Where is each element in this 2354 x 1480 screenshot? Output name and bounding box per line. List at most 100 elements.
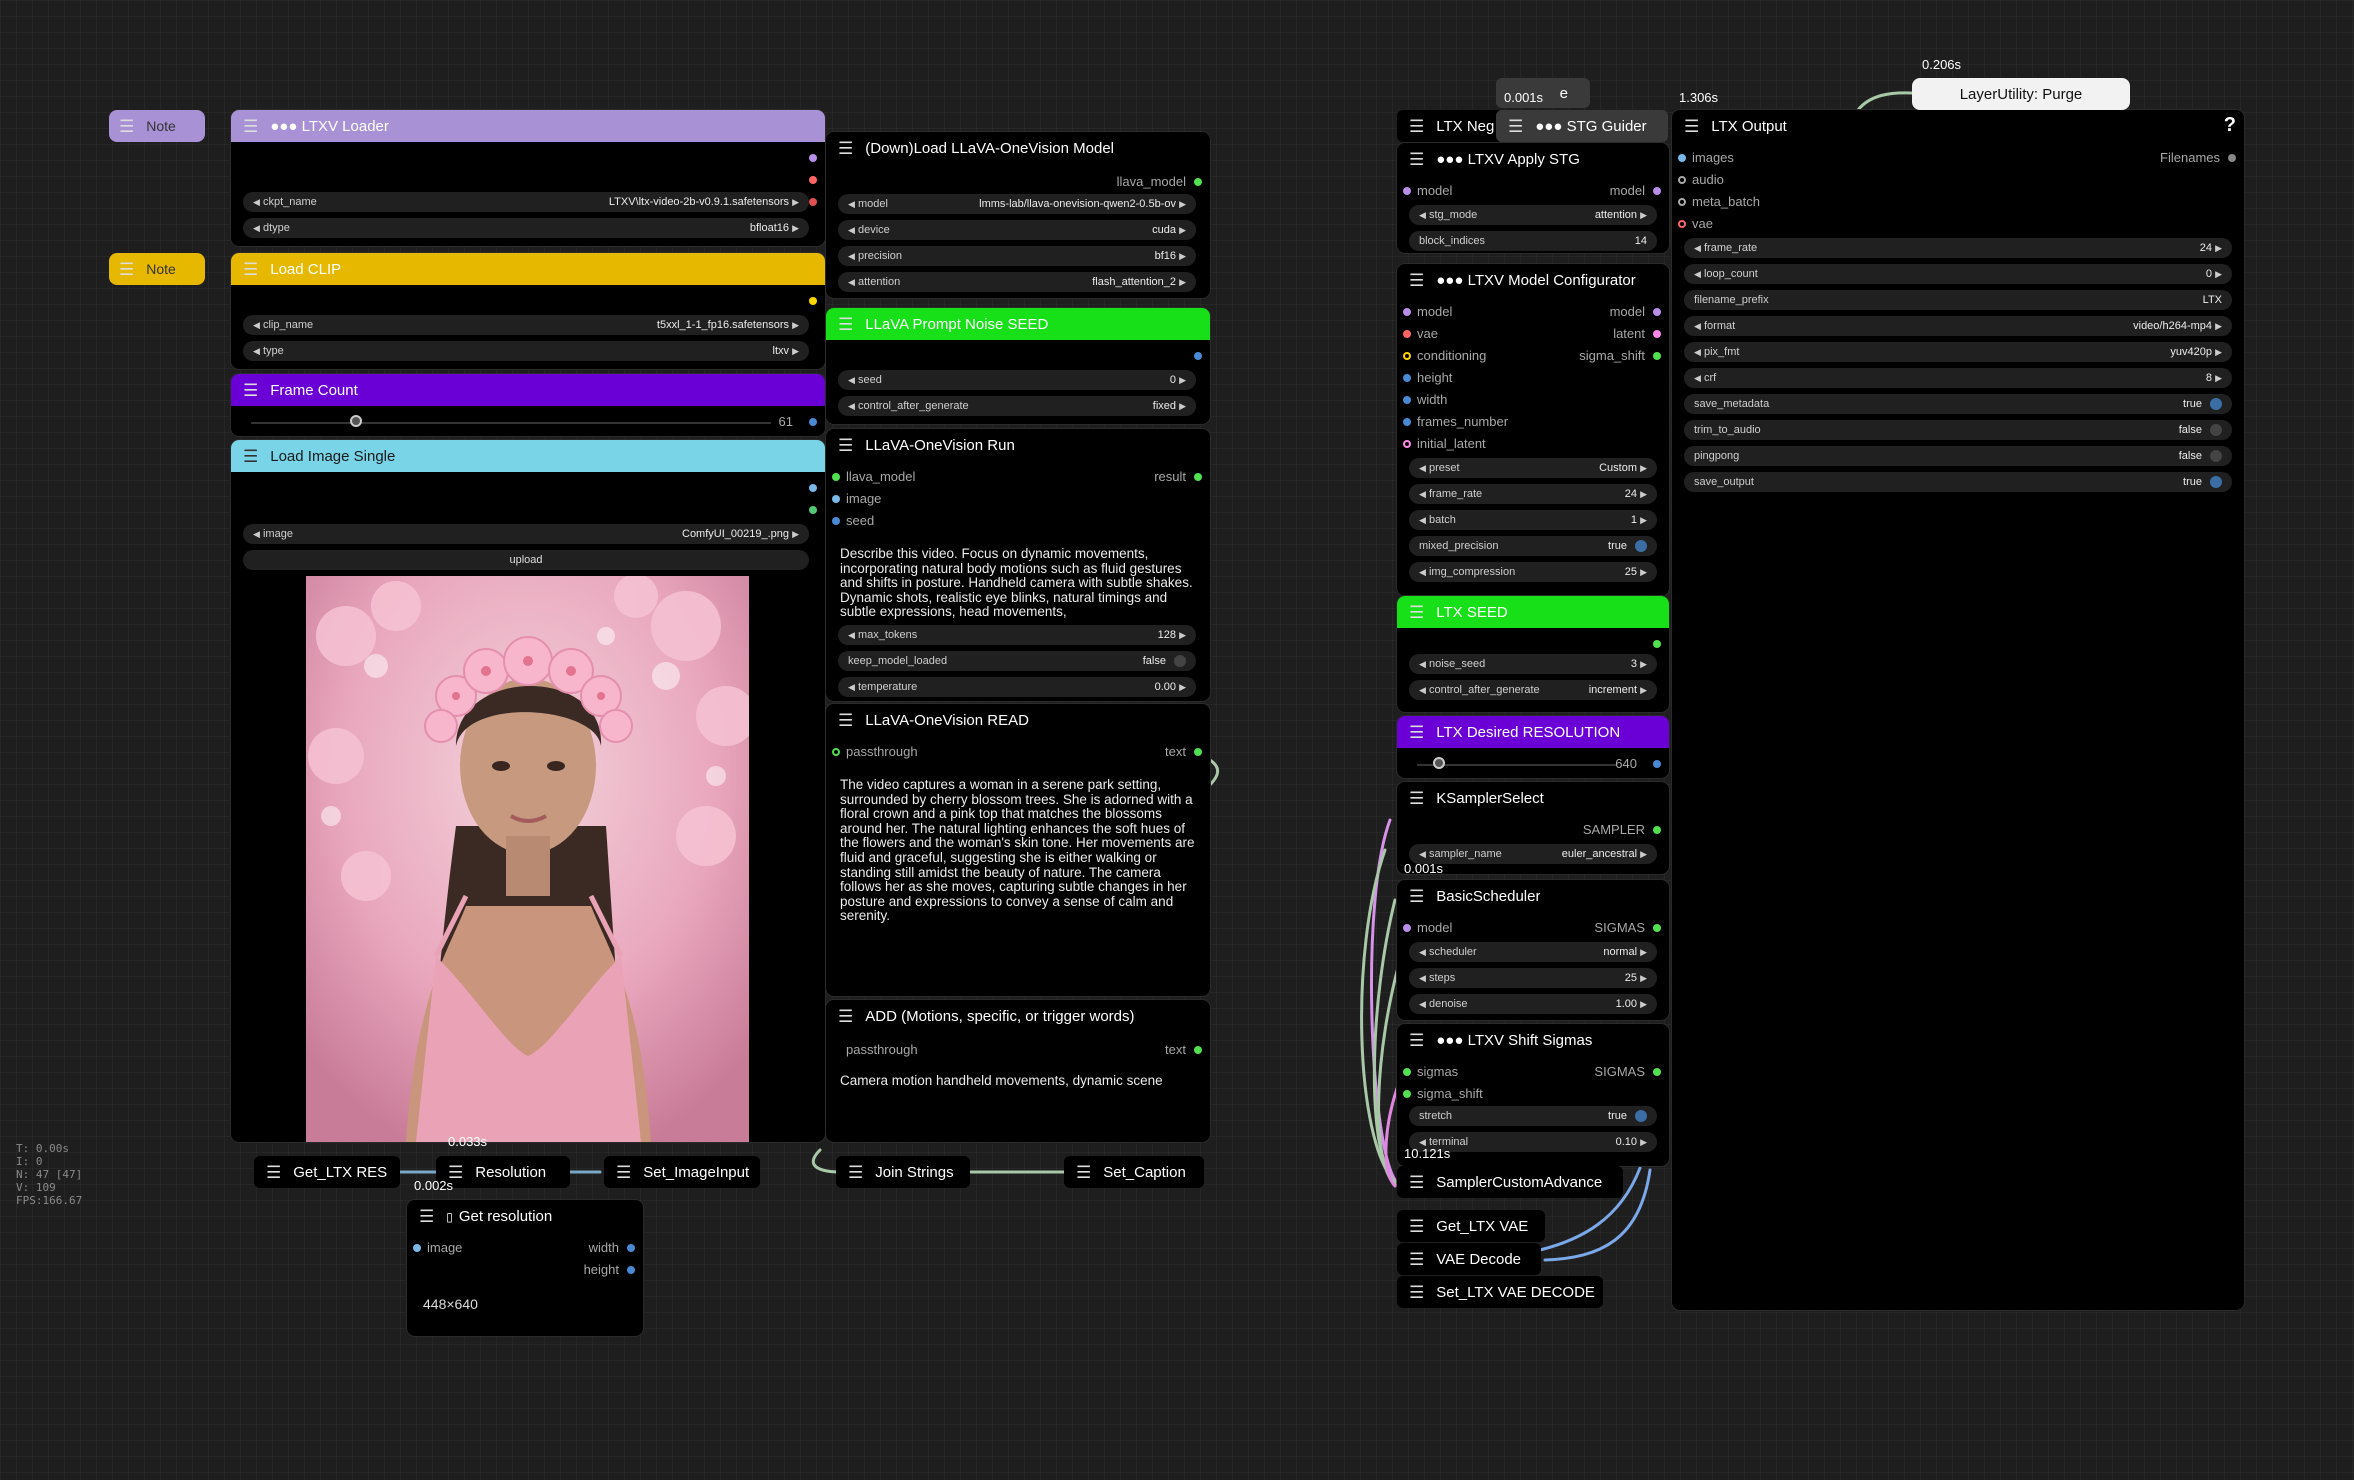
llava-read-node[interactable]: ☰ LLaVA-OneVision READ passthrough text T… xyxy=(826,704,1210,996)
output-slot[interactable] xyxy=(809,484,817,492)
get-resolution-node[interactable]: ☰ ▯ Get resolution image width height 448×… xyxy=(407,1200,643,1336)
menu-icon[interactable]: ☰ xyxy=(419,1208,434,1225)
type-widget[interactable]: ◀ type ltxv ▶ xyxy=(243,341,809,361)
input-slot[interactable] xyxy=(1403,1068,1411,1076)
ltxv-model-configurator-node[interactable]: ☰ ●●● LTXV Model Configurator model vae c… xyxy=(1397,264,1669,596)
node-header[interactable]: ☰ ●●● LTXV Shift Sigmas xyxy=(1397,1024,1669,1056)
control-after-generate-widget[interactable]: ◀ control_after_generate fixed ▶ xyxy=(838,396,1196,416)
output-slot[interactable] xyxy=(809,176,817,184)
menu-icon[interactable]: ☰ xyxy=(1409,604,1424,621)
load-clip-node[interactable]: ☰ Load CLIP ◀ clip_name t5xxl_1-1_fp16.sa… xyxy=(231,253,825,369)
node-header[interactable]: ☰ KSamplerSelect xyxy=(1397,782,1669,814)
stretch-toggle[interactable]: stretch true xyxy=(1409,1106,1657,1126)
node-header[interactable]: ☰ ●●● LTXV Model Configurator xyxy=(1397,264,1669,296)
menu-icon[interactable]: ☰ xyxy=(838,316,853,333)
menu-icon[interactable]: ☰ xyxy=(838,1008,853,1025)
node-header[interactable]: ☰ Frame Count xyxy=(231,374,825,406)
llava-run-node[interactable]: ☰ LLaVA-OneVision Run llava_model image s… xyxy=(826,429,1210,701)
menu-icon[interactable]: ☰ xyxy=(1409,1032,1424,1049)
dtype-widget[interactable]: ◀ dtype bfloat16 ▶ xyxy=(243,218,809,238)
input-slot[interactable] xyxy=(1403,440,1411,448)
output-slot[interactable] xyxy=(809,198,817,206)
input-slot[interactable] xyxy=(832,473,840,481)
menu-icon[interactable]: ☰ xyxy=(243,382,258,399)
output-slot[interactable] xyxy=(627,1266,635,1274)
slider-track[interactable] xyxy=(1417,764,1617,766)
caption-text[interactable]: The video captures a woman in a serene p… xyxy=(840,777,1200,924)
sampler-custom-advanced-node[interactable]: ☰ SamplerCustomAdvance xyxy=(1397,1166,1623,1198)
menu-icon[interactable]: ☰ xyxy=(1409,724,1424,741)
menu-icon[interactable]: ☰ xyxy=(119,118,134,135)
menu-icon[interactable]: ☰ xyxy=(1409,790,1424,807)
menu-icon[interactable]: ☰ xyxy=(119,261,134,278)
slider-track[interactable] xyxy=(251,422,771,424)
input-slot[interactable] xyxy=(832,495,840,503)
output-slot[interactable] xyxy=(1653,924,1661,932)
node-header[interactable]: ☰ ●●● LTXV Loader xyxy=(231,110,825,142)
menu-icon[interactable]: ☰ xyxy=(1409,1218,1424,1235)
output-slot[interactable] xyxy=(1653,187,1661,195)
add-words-node[interactable]: ☰ ADD (Motions, specific, or trigger word… xyxy=(826,1000,1210,1142)
input-slot[interactable] xyxy=(1403,374,1411,382)
node-header[interactable]: ☰ LLaVA Prompt Noise SEED xyxy=(826,308,1210,340)
precision-widget[interactable]: ◀ precision bf16 ▶ xyxy=(838,246,1196,266)
ltx-neg-node[interactable]: ☰ LTX Neg xyxy=(1397,110,1503,142)
set-ltx-vae-decode-node[interactable]: ☰ Set_LTX VAE DECODE xyxy=(1397,1276,1603,1308)
input-slot[interactable] xyxy=(1678,154,1686,162)
input-slot[interactable] xyxy=(1678,220,1686,228)
save-output-toggle[interactable]: save_output true xyxy=(1684,472,2232,492)
output-slot[interactable] xyxy=(1653,826,1661,834)
node-header[interactable]: ☰ Load CLIP xyxy=(231,253,825,285)
menu-icon[interactable]: ☰ xyxy=(1409,1251,1424,1268)
node-header[interactable]: ☰ LLaVA-OneVision READ xyxy=(826,704,1210,736)
frame-rate-widget[interactable]: ◀ frame_rate 24 ▶ xyxy=(1684,238,2232,258)
output-slot[interactable] xyxy=(1194,473,1202,481)
input-slot[interactable] xyxy=(1403,396,1411,404)
temperature-widget[interactable]: ◀ temperature 0.00 ▶ xyxy=(838,677,1196,697)
input-slot[interactable] xyxy=(832,748,840,756)
ltx-output-node[interactable]: ☰ LTX Output ? images audio meta_batch va… xyxy=(1672,110,2244,1310)
ltxv-shift-sigmas-node[interactable]: ☰ ●●● LTXV Shift Sigmas sigmas sigma_shif… xyxy=(1397,1024,1669,1166)
input-slot[interactable] xyxy=(1678,176,1686,184)
device-widget[interactable]: ◀ device cuda ▶ xyxy=(838,220,1196,240)
menu-icon[interactable]: ☰ xyxy=(616,1164,631,1181)
preset-widget[interactable]: ◀ preset Custom ▶ xyxy=(1409,458,1657,478)
output-slot[interactable] xyxy=(1653,1068,1661,1076)
menu-icon[interactable]: ☰ xyxy=(1409,888,1424,905)
menu-icon[interactable]: ☰ xyxy=(1409,272,1424,289)
node-header[interactable]: ☰ BasicScheduler xyxy=(1397,880,1669,912)
node-header[interactable]: ☰ Load Image Single xyxy=(231,440,825,472)
filename-prefix-widget[interactable]: filename_prefix LTX xyxy=(1684,290,2232,310)
menu-icon[interactable]: ☰ xyxy=(266,1164,281,1181)
crf-widget[interactable]: ◀ crf 8 ▶ xyxy=(1684,368,2232,388)
upload-button[interactable]: upload xyxy=(243,550,809,570)
ltx-seed-node[interactable]: ☰ LTX SEED ◀ noise_seed 3 ▶ ◀ control_afte… xyxy=(1397,596,1669,712)
clip-name-widget[interactable]: ◀ clip_name t5xxl_1-1_fp16.safetensors ▶ xyxy=(243,315,809,335)
sampler-name-widget[interactable]: ◀ sampler_name euler_ancestral ▶ xyxy=(1409,844,1657,864)
ltxv-apply-stg-node[interactable]: ☰ ●●● LTXV Apply STG model model ◀ stg_mo… xyxy=(1397,143,1669,253)
slider-knob[interactable] xyxy=(1433,757,1445,769)
input-slot[interactable] xyxy=(832,517,840,525)
menu-icon[interactable]: ☰ xyxy=(243,448,258,465)
menu-icon[interactable]: ☰ xyxy=(838,140,853,157)
output-slot[interactable] xyxy=(1653,640,1661,648)
output-slot[interactable] xyxy=(1194,1046,1202,1054)
set-image-input-node[interactable]: ☰ Set_ImageInput xyxy=(604,1156,760,1188)
trigger-words-text[interactable]: Camera motion handheld movements, dynami… xyxy=(840,1073,1200,1089)
seed-widget[interactable]: ◀ seed 0 ▶ xyxy=(838,370,1196,390)
llava-load-node[interactable]: ☰ (Down)Load LLaVA-OneVision Model llava_… xyxy=(826,132,1210,298)
menu-icon[interactable]: ☰ xyxy=(243,261,258,278)
input-slot[interactable] xyxy=(1403,187,1411,195)
output-slot[interactable] xyxy=(1653,352,1661,360)
input-slot[interactable] xyxy=(413,1244,421,1252)
node-header[interactable]: ☰ (Down)Load LLaVA-OneVision Model xyxy=(826,132,1210,164)
denoise-widget[interactable]: ◀ denoise 1.00 ▶ xyxy=(1409,994,1657,1014)
input-slot[interactable] xyxy=(1403,330,1411,338)
prompt-textarea[interactable]: Describe this video. Focus on dynamic mo… xyxy=(840,547,1200,619)
menu-icon[interactable]: ☰ xyxy=(848,1164,863,1181)
ltxv-loader-node[interactable]: ☰ ●●● LTXV Loader ◀ ckpt_name LTXV\ltx-vi… xyxy=(231,110,825,246)
frame-rate-widget[interactable]: ◀ frame_rate 24 ▶ xyxy=(1409,484,1657,504)
batch-widget[interactable]: ◀ batch 1 ▶ xyxy=(1409,510,1657,530)
layerutility-purge-node[interactable]: LayerUtility: Purge xyxy=(1912,78,2130,110)
node-header[interactable]: ☰ LTX Desired RESOLUTION xyxy=(1397,716,1669,748)
